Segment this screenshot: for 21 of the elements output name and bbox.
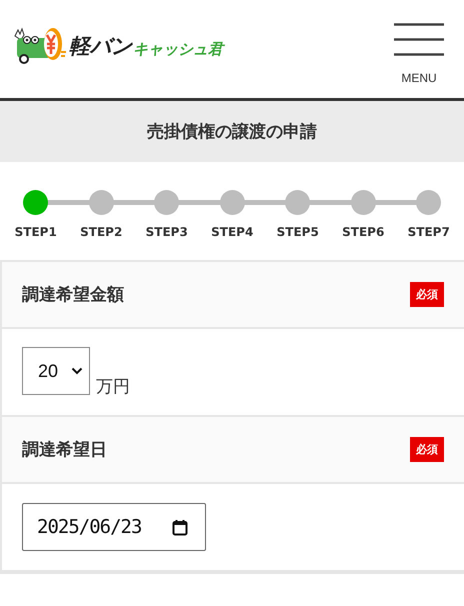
step-indicator: STEP6 — [330, 190, 396, 260]
menu-icon — [394, 23, 444, 57]
step-indicator: STEP2 — [68, 190, 134, 260]
step-indicator: STEP7 — [396, 190, 462, 260]
required-badge: 必須 — [410, 282, 444, 307]
menu-button[interactable]: MENU — [394, 23, 444, 85]
field-label: 調達希望日 — [22, 439, 107, 461]
step-indicator: STEP3 — [134, 190, 200, 260]
chevron-down-icon — [71, 367, 83, 375]
date-field[interactable]: 2025/06/23 — [22, 503, 206, 551]
logo-title: 軽バン — [69, 36, 132, 56]
step-indicator: STEP5 — [265, 190, 330, 260]
amount-select[interactable]: 20 — [22, 347, 90, 395]
logo-subtitle: キャッシュ君 — [133, 42, 223, 56]
step-indicator: STEP1 — [3, 190, 68, 260]
page-title: 売掛債権の譲渡の申請 — [0, 101, 464, 162]
required-badge: 必須 — [410, 437, 444, 462]
unit-label: 万円 — [96, 376, 130, 398]
field-label: 調達希望金額 — [22, 284, 124, 306]
calendar-icon — [172, 518, 188, 536]
step-indicator: STEP4 — [200, 190, 265, 260]
